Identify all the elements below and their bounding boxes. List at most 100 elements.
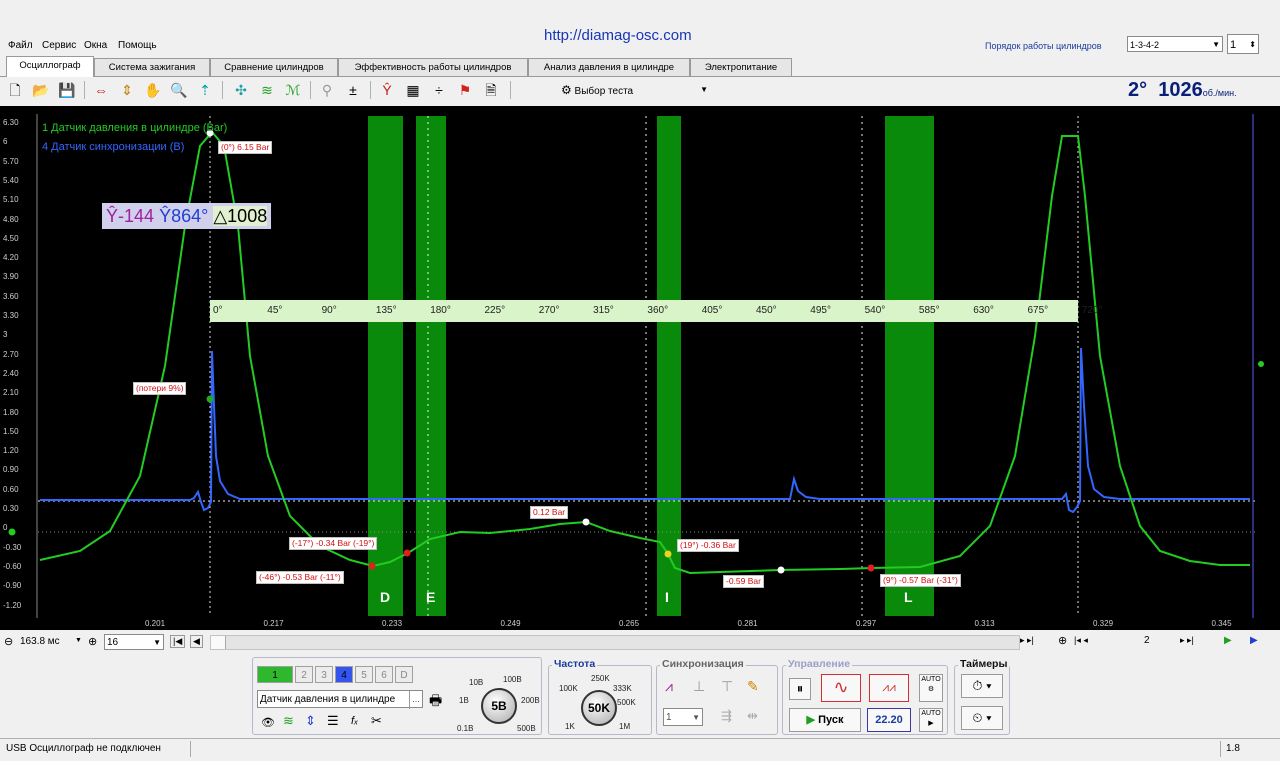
status-divider <box>1220 741 1221 757</box>
grid-icon[interactable]: ▦ <box>404 81 422 99</box>
channel-4-button[interactable]: 4 <box>335 666 353 683</box>
menu-windows[interactable]: Окна <box>84 40 107 51</box>
save-icon[interactable]: 💾 <box>58 81 76 99</box>
trigger-icon[interactable]: ⇕ <box>118 81 136 99</box>
cylinder-spinner[interactable]: 1 ⬍ <box>1227 34 1259 54</box>
loss-marker[interactable] <box>206 395 214 403</box>
channel-2-button[interactable]: 2 <box>295 666 313 683</box>
tab-power[interactable]: Электропитание <box>690 58 792 76</box>
page-next-icon[interactable]: ▸ ▸| <box>1180 635 1194 646</box>
channel-1-button[interactable]: 1 <box>257 666 293 683</box>
nav-next-icon[interactable]: ▸ ▸| <box>1020 635 1034 646</box>
y-tick-label: -1.20 <box>3 600 22 610</box>
chevron-down-icon[interactable]: ▼ <box>75 637 82 644</box>
channel-d-button[interactable]: D <box>395 666 413 683</box>
annotation-a1: (-17°) -0.34 Bar (-19°) <box>289 537 378 550</box>
auto-label: AUTO <box>921 676 941 683</box>
channel-6-button[interactable]: 6 <box>375 666 393 683</box>
channel-5-button[interactable]: 5 <box>355 666 373 683</box>
timer-stop-icon[interactable]: ⏲ ▾ <box>961 706 1003 730</box>
site-url[interactable]: http://diamag-osc.com <box>544 27 692 44</box>
horizontal-scrollbar[interactable] <box>210 635 1020 650</box>
tab-cylinder-compare[interactable]: Сравнение цилиндров <box>210 58 338 76</box>
oscilloscope-view[interactable]: 6.30 6 5.70 5.40 5.10 4.80 4.50 4.20 3.90 3.60 3.3… <box>0 106 1280 630</box>
channel-icon[interactable]: ⇔ <box>92 81 110 99</box>
frequency-knob[interactable]: 50K <box>581 690 617 726</box>
auto-icon[interactable]: ⚲ <box>318 81 336 99</box>
invert-icon[interactable]: ≋ <box>283 713 294 729</box>
channel-3-button[interactable]: 3 <box>315 666 333 683</box>
timer-start-icon[interactable]: ⏱ ▾ <box>961 674 1003 698</box>
marker-red[interactable] <box>403 549 411 557</box>
first-page-icon[interactable]: |◀ <box>170 635 186 648</box>
menu-service[interactable]: Сервис <box>42 40 76 51</box>
split-icon[interactable]: ÷ <box>430 81 448 99</box>
crank-angle-label: 360° <box>647 305 669 316</box>
sync-fall-icon[interactable]: ⊤ <box>721 678 733 695</box>
tab-oscilloscope[interactable]: Осциллограф <box>6 56 94 77</box>
hand-icon[interactable]: ✋ <box>144 81 162 99</box>
menu-file[interactable]: Файл <box>8 40 33 51</box>
test-select[interactable]: ⚙ Выбор теста ▼ <box>561 80 716 100</box>
marker-red[interactable] <box>867 564 875 572</box>
y-tick-label: 2.10 <box>3 388 19 398</box>
tools-icon[interactable]: ✂ <box>371 713 382 729</box>
sync-channel-select[interactable]: 1 ▼ <box>663 708 703 726</box>
zoom-in-icon[interactable]: ⊕ <box>88 635 97 648</box>
eye-icon[interactable]: 👁 <box>261 716 275 729</box>
sync-edge-icon[interactable]: ⊥ <box>693 678 705 695</box>
sync-level-icon[interactable]: ⇶ <box>721 708 732 724</box>
page-prev-icon[interactable]: |◂ ◂ <box>1074 635 1088 646</box>
marker-icon[interactable]: ✣ <box>232 81 250 99</box>
sample-count-select[interactable]: 16 ▼ <box>104 634 164 650</box>
add-page-icon[interactable]: ⊕ <box>1058 634 1067 647</box>
cursor-icon[interactable]: Ŷ <box>378 81 396 99</box>
zoom-icon[interactable]: 🔍 <box>170 81 188 99</box>
marker-white[interactable] <box>582 518 590 526</box>
math-icon[interactable]: ℳ <box>284 81 302 99</box>
sine-icon[interactable]: ∿ <box>821 674 861 702</box>
function-icon[interactable]: fₓ <box>351 715 358 727</box>
sync-pos-icon[interactable]: ⇹ <box>747 708 758 724</box>
timer-value[interactable]: 22.20 <box>867 708 911 732</box>
offset-icon[interactable]: ⇕ <box>305 713 316 729</box>
volt-knob[interactable]: 5В <box>481 688 517 724</box>
probe-icon[interactable]: 🖶 <box>429 690 442 714</box>
sync-auto-icon[interactable]: ✎ <box>747 678 759 695</box>
marker-yellow[interactable] <box>664 550 672 558</box>
zoom-out-icon[interactable]: ⊖ <box>4 635 13 648</box>
cylinder-order-select[interactable]: 1-3-4-2 ▼ <box>1127 36 1223 52</box>
crank-angle-label: 180° <box>430 305 451 316</box>
play-blue-icon[interactable]: ▶ <box>1250 635 1258 646</box>
cursor-b-icon: Ŷ <box>159 206 172 226</box>
lines-icon[interactable]: ☰ <box>327 713 339 729</box>
tab-ignition[interactable]: Система зажигания <box>94 58 210 76</box>
channel-name-field[interactable]: Датчик давления в цилиндре… <box>257 690 423 709</box>
notes-icon[interactable]: 🗎 <box>482 81 500 99</box>
tab-cylinder-efficiency[interactable]: Эффективность работы цилиндров <box>338 58 528 76</box>
prev-icon[interactable]: ◀ <box>190 635 203 648</box>
right-level-marker[interactable] <box>1258 361 1264 367</box>
sync-rise-icon[interactable]: ⩘ <box>665 678 673 695</box>
zero-icon[interactable]: ± <box>344 81 362 99</box>
flag-icon[interactable]: ⚑ <box>456 81 474 99</box>
menu-help[interactable]: Помощь <box>118 40 157 51</box>
start-button[interactable]: ▶ Пуск <box>789 708 861 732</box>
marker-red[interactable] <box>368 562 376 570</box>
waveform-plot[interactable] <box>0 106 1280 630</box>
y-tick-label: 0.90 <box>3 465 19 475</box>
filter-icon[interactable]: ⇡ <box>196 81 214 99</box>
y-tick-label: 6.30 <box>3 118 19 127</box>
auto-record-icon[interactable]: AUTO ▶ <box>919 708 943 732</box>
noise-icon[interactable]: ⩘⩘ <box>869 674 909 702</box>
marker-white[interactable] <box>777 566 785 574</box>
pause-icon[interactable]: ⏸ <box>789 678 811 700</box>
auto-scale-icon[interactable]: AUTO ⚙ <box>919 674 943 702</box>
open-icon[interactable]: 📂 <box>32 81 50 99</box>
new-icon[interactable]: 🗋 <box>6 81 24 99</box>
tab-pressure-analysis[interactable]: Анализ давления в цилиндре <box>528 58 690 76</box>
scroll-thumb[interactable] <box>211 636 226 649</box>
play-green-icon[interactable]: ▶ <box>1224 635 1232 646</box>
fft-icon[interactable]: ≋ <box>258 81 276 99</box>
timebase-value[interactable]: 163.8 мс <box>20 636 60 647</box>
